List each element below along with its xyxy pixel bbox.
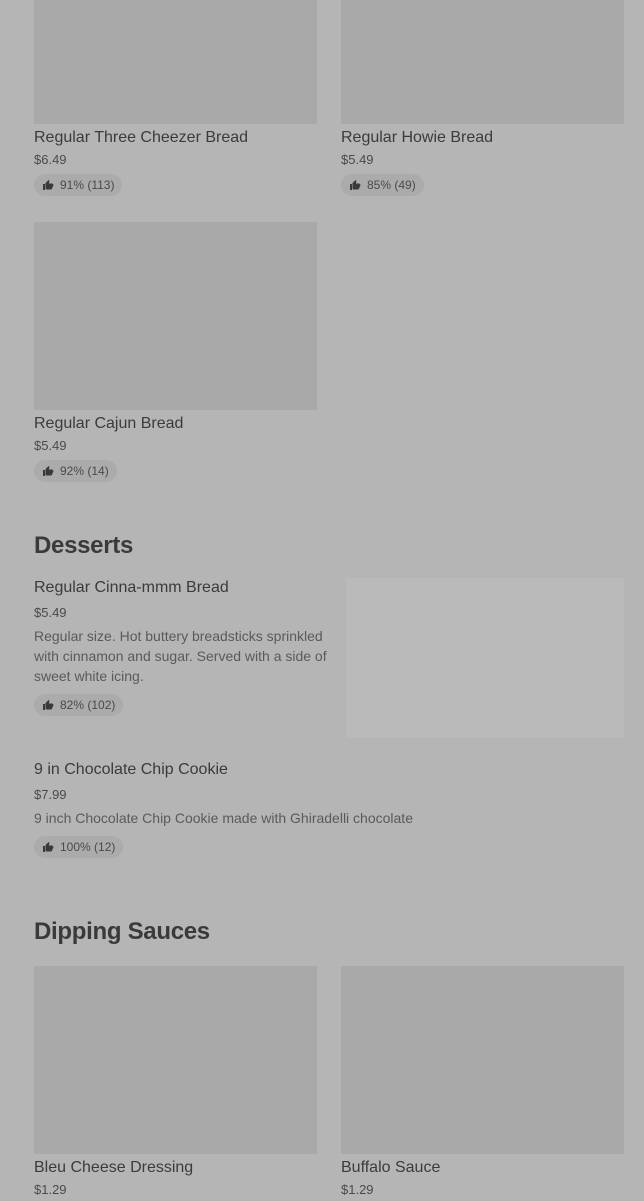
item-price: $5.49 [34, 605, 67, 620]
item-name: Regular Three Cheezer Bread [34, 129, 249, 146]
rating-text: 82% (102) [60, 698, 116, 712]
thumbs-up-icon [43, 180, 54, 190]
rating-badge: 85% (49) [341, 174, 424, 196]
item-image[interactable] [341, 0, 624, 124]
item-image[interactable] [34, 222, 317, 410]
item-image[interactable] [34, 0, 317, 124]
rating-badge: 92% (14) [34, 460, 117, 482]
item-description: Regular size. Hot buttery breadsticks sp… [34, 628, 327, 684]
item-name: Regular Cajun Bread [34, 415, 184, 432]
item-description: 9 inch Chocolate Chip Cookie made with G… [34, 810, 413, 826]
rating-badge: 82% (102) [34, 694, 124, 716]
rating-badge: 100% (12) [34, 836, 124, 858]
menu-item-card[interactable]: Regular Three Cheezer Bread $6.49 91% (1… [34, 0, 317, 196]
thumbs-up-icon [43, 700, 54, 710]
item-image[interactable] [346, 578, 624, 738]
item-price: $6.49 [34, 152, 67, 167]
item-name: Bleu Cheese Dressing [34, 1159, 194, 1176]
item-name: Buffalo Sauce [341, 1159, 441, 1176]
item-price: $5.49 [34, 438, 67, 453]
thumbs-up-icon [43, 842, 54, 852]
menu-item-card[interactable]: Regular Howie Bread $5.49 85% (49) [341, 0, 624, 196]
item-price: $1.29 [341, 1182, 374, 1197]
item-price: $5.49 [341, 152, 374, 167]
item-image[interactable] [341, 966, 624, 1154]
menu-item-card[interactable]: Bleu Cheese Dressing $1.29 [34, 966, 317, 1199]
rating-text: 85% (49) [367, 178, 416, 192]
rating-text: 92% (14) [60, 464, 109, 478]
item-image[interactable] [34, 966, 317, 1154]
rating-text: 100% (12) [60, 840, 116, 854]
rating-text: 91% (113) [60, 178, 115, 192]
item-name: Regular Howie Bread [341, 129, 494, 146]
menu-item-card[interactable]: Buffalo Sauce $1.29 [341, 966, 624, 1199]
item-name: Regular Cinna-mmm Bread [34, 579, 229, 596]
menu-item-card[interactable]: Regular Cajun Bread $5.49 92% (14) [34, 222, 317, 482]
section-title-dipping-sauces: Dipping Sauces [34, 918, 210, 945]
rating-badge: 91% (113) [34, 174, 123, 196]
menu-page: Regular Three Cheezer Bread $6.49 91% (1… [0, 0, 644, 1201]
thumbs-up-icon [43, 466, 54, 476]
item-name: 9 in Chocolate Chip Cookie [34, 761, 228, 778]
section-title-desserts: Desserts [34, 532, 134, 559]
item-price: $1.29 [34, 1182, 67, 1197]
thumbs-up-icon [350, 180, 361, 190]
menu-item-row[interactable]: Regular Cinna-mmm Bread $5.49 Regular si… [34, 578, 334, 716]
menu-item-row[interactable]: 9 in Chocolate Chip Cookie $7.99 9 inch … [34, 760, 624, 858]
item-price: $7.99 [34, 787, 67, 802]
